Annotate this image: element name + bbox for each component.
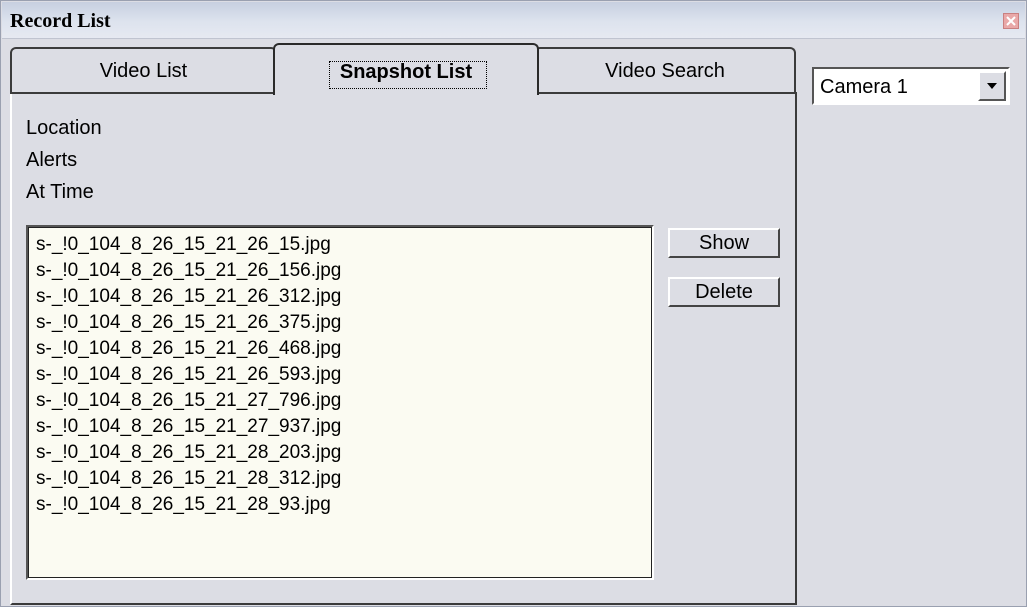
- close-button[interactable]: [1003, 13, 1019, 29]
- show-button[interactable]: Show: [668, 228, 780, 258]
- tab-video-search-label: Video Search: [605, 60, 725, 82]
- tab-snapshot-list[interactable]: Snapshot List: [273, 43, 539, 95]
- list-item[interactable]: s-_!0_104_8_26_15_21_26_375.jpg: [36, 310, 341, 336]
- alerts-label: Alerts: [26, 149, 78, 171]
- camera-select[interactable]: Camera 1: [812, 67, 1010, 105]
- list-item[interactable]: s-_!0_104_8_26_15_21_28_203.jpg: [36, 440, 341, 466]
- delete-button[interactable]: Delete: [668, 277, 780, 307]
- list-item[interactable]: s-_!0_104_8_26_15_21_26_468.jpg: [36, 336, 341, 362]
- tab-snapshot-list-label: Snapshot List: [339, 61, 473, 83]
- tab-video-list[interactable]: Video List: [10, 47, 277, 93]
- list-item[interactable]: s-_!0_104_8_26_15_21_26_156.jpg: [36, 258, 341, 284]
- list-item[interactable]: s-_!0_104_8_26_15_21_28_312.jpg: [36, 466, 341, 492]
- tab-video-list-label: Video List: [99, 60, 188, 82]
- snapshot-listbox[interactable]: s-_!0_104_8_26_15_21_26_15.jpg s-_!0_104…: [26, 225, 654, 580]
- camera-select-value: Camera 1: [820, 76, 908, 98]
- list-item[interactable]: s-_!0_104_8_26_15_21_28_93.jpg: [36, 492, 331, 518]
- chevron-down-icon: [987, 83, 997, 89]
- list-item[interactable]: s-_!0_104_8_26_15_21_26_593.jpg: [36, 362, 341, 388]
- list-item[interactable]: s-_!0_104_8_26_15_21_26_15.jpg: [36, 232, 331, 258]
- list-item[interactable]: s-_!0_104_8_26_15_21_27_796.jpg: [36, 388, 341, 414]
- tab-video-search[interactable]: Video Search: [534, 47, 796, 93]
- at-time-label: At Time: [26, 181, 94, 203]
- window-title: Record List: [10, 10, 111, 32]
- close-icon: [1006, 16, 1016, 26]
- location-label: Location: [26, 117, 102, 139]
- panel-border: [539, 92, 797, 94]
- list-item[interactable]: s-_!0_104_8_26_15_21_27_937.jpg: [36, 414, 341, 440]
- dropdown-button[interactable]: [978, 71, 1006, 101]
- list-item[interactable]: s-_!0_104_8_26_15_21_26_312.jpg: [36, 284, 341, 310]
- panel-border: [10, 92, 273, 94]
- title-bar: Record List: [2, 2, 1025, 39]
